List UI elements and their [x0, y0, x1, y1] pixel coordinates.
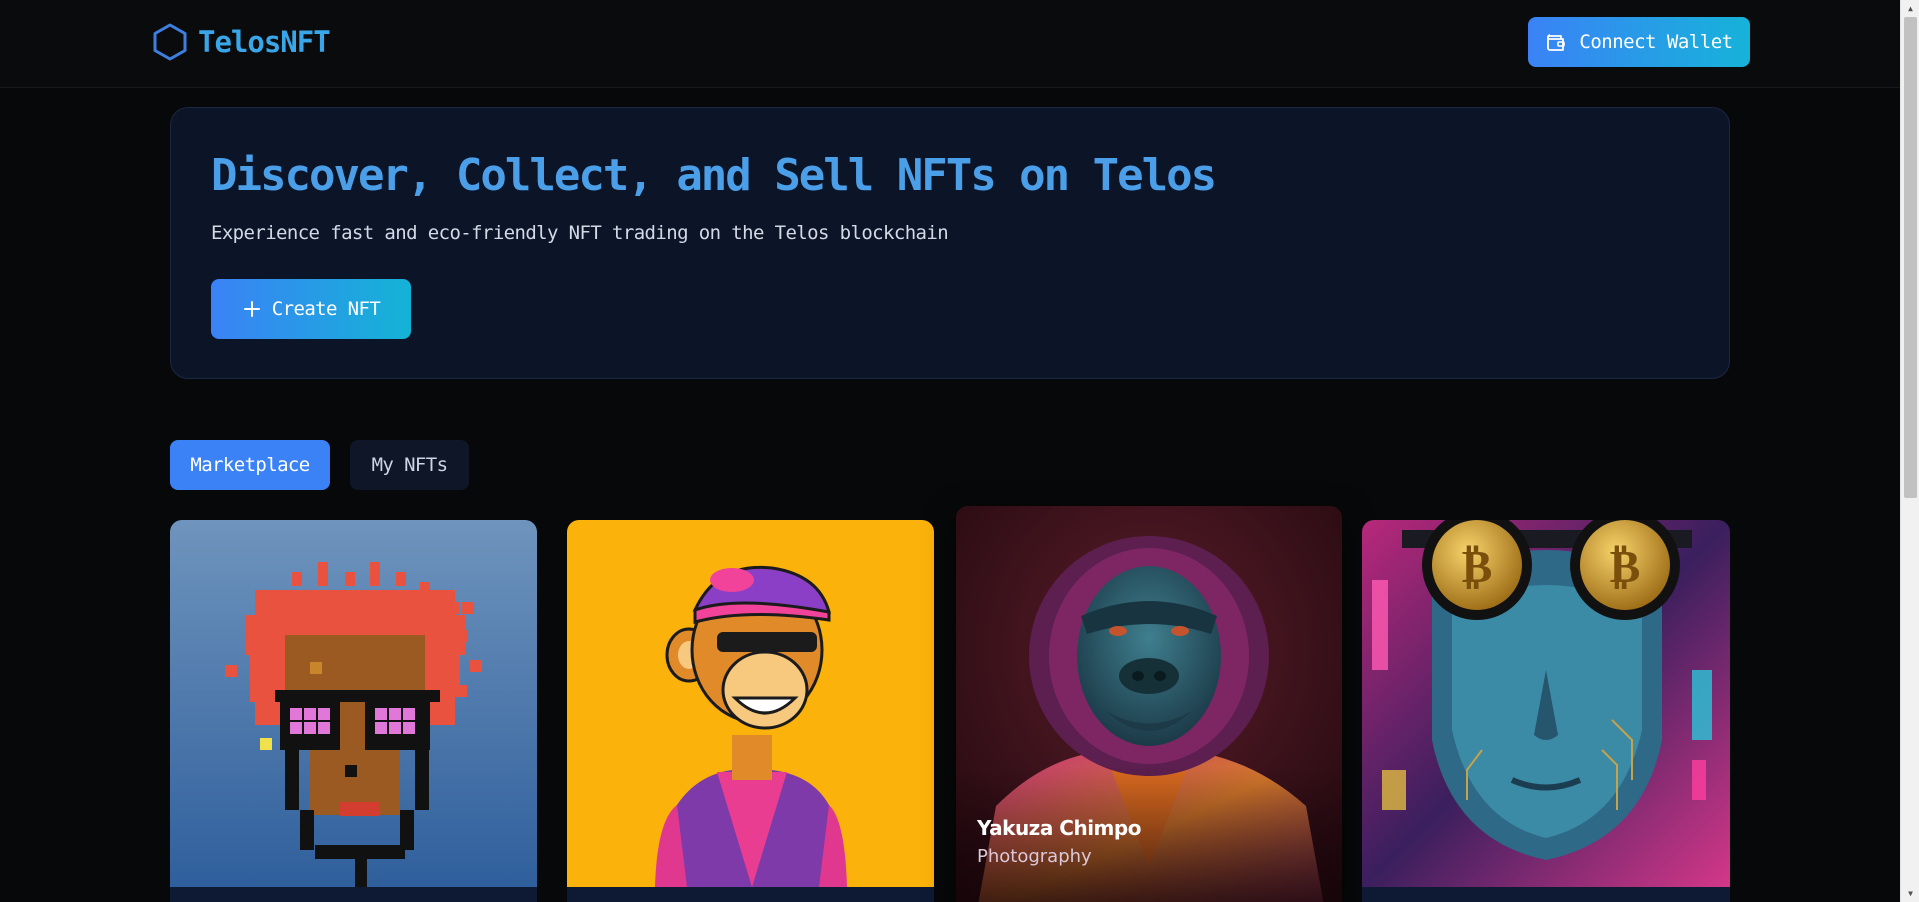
hero-banner: Discover, Collect, and Sell NFTs on Telo… — [170, 107, 1730, 379]
tab-marketplace[interactable]: Marketplace — [170, 440, 330, 490]
nft-name: Yakuza Chimpo — [977, 816, 1141, 840]
create-nft-button[interactable]: Create NFT — [211, 279, 411, 339]
page-scrollbar[interactable]: ▲ ▼ — [1900, 0, 1919, 902]
hero-title: Discover, Collect, and Sell NFTs on Telo… — [211, 150, 1217, 201]
scroll-up-arrow-icon[interactable]: ▲ — [1901, 0, 1919, 17]
tab-my-nfts[interactable]: My NFTs — [350, 440, 469, 490]
scroll-down-arrow-icon[interactable]: ▼ — [1901, 885, 1919, 902]
cyberpunk-bitcoin-art: ₿ ₿ — [1362, 520, 1730, 887]
svg-text:₿: ₿ — [1462, 539, 1493, 593]
brand-name: TelosNFT — [198, 25, 331, 59]
wallet-icon — [1547, 34, 1566, 51]
nft-card-featured[interactable]: Yakuza Chimpo Photography — [956, 506, 1342, 902]
card-footer — [567, 887, 934, 902]
top-nav-bar: TelosNFT Connect Wallet — [0, 0, 1900, 88]
card-footer — [170, 887, 537, 902]
nft-card[interactable] — [170, 520, 537, 902]
scrollbar-thumb[interactable] — [1904, 17, 1917, 498]
hexagon-icon — [153, 23, 187, 61]
cartoon-ape-art — [567, 520, 934, 887]
card-footer — [1362, 887, 1730, 902]
connect-wallet-button[interactable]: Connect Wallet — [1528, 17, 1750, 67]
connect-wallet-label: Connect Wallet — [1579, 31, 1733, 53]
svg-text:₿: ₿ — [1610, 539, 1641, 593]
hero-subtitle: Experience fast and eco-friendly NFT tra… — [211, 222, 949, 244]
nft-card[interactable]: ₿ ₿ — [1362, 520, 1730, 902]
brand-logo[interactable]: TelosNFT — [152, 22, 331, 62]
plus-icon — [243, 301, 260, 317]
nft-card[interactable] — [567, 520, 934, 902]
create-nft-label: Create NFT — [271, 298, 381, 320]
pixel-punk-art — [170, 520, 537, 887]
nft-category: Photography — [977, 846, 1092, 867]
